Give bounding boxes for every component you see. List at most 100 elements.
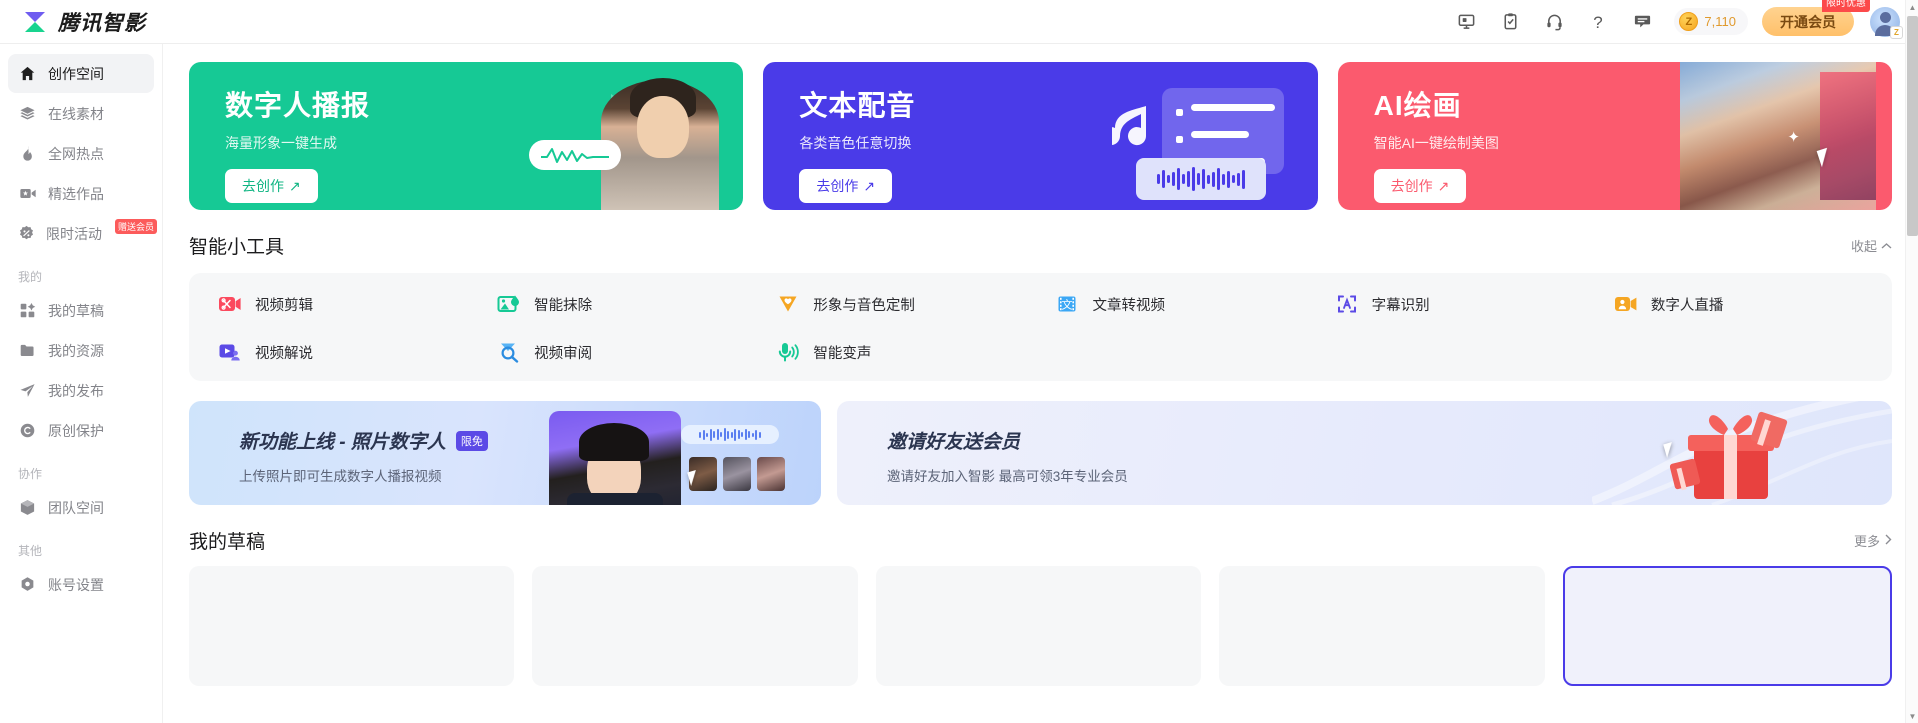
box-icon [18, 498, 37, 517]
banner-carousel: 数字人播报 海量形象一键生成 去创作 ↗ 文本配音 各类音色任意切换 去创作 ↗… [189, 62, 1892, 210]
tool-voice-changer[interactable]: 智能变声 [761, 339, 1040, 365]
tool-smart-erase[interactable]: 智能抹除 [482, 291, 761, 317]
promo-title-text: 新功能上线 - 照片数字人 [239, 432, 446, 453]
draft-card[interactable] [1219, 566, 1545, 686]
tool-video-review[interactable]: 视频审阅 [482, 339, 761, 365]
tool-label: 形象与音色定制 [813, 297, 915, 314]
main-content: 数字人播报 海量形象一键生成 去创作 ↗ 文本配音 各类音色任意切换 去创作 ↗… [163, 44, 1918, 723]
avatar-vip-tag: Z [1890, 25, 1903, 39]
arrow-up-right-icon: ↗ [289, 177, 301, 194]
app-header: 腾讯智影 ? Z 7,110 开通会员 限时优惠 Z [0, 0, 1918, 44]
tool-subtitle-recognition[interactable]: 字幕识别 [1320, 291, 1599, 317]
tool-label: 数字人直播 [1650, 297, 1724, 314]
drafts-section-title: 我的草稿 [189, 532, 266, 553]
banner-subtitle: 海量形象一键生成 [225, 135, 337, 151]
sidebar-item-label: 我的发布 [48, 382, 104, 399]
avatar[interactable]: Z [1870, 6, 1903, 39]
sidebar-item-label: 团队空间 [48, 499, 104, 516]
coin-balance[interactable]: Z 7,110 [1674, 8, 1748, 35]
question-icon[interactable]: ? [1576, 2, 1620, 42]
sidebar-item-my-drafts[interactable]: 我的草稿 [8, 291, 154, 330]
sidebar-item-label: 精选作品 [48, 185, 104, 202]
banner-subtitle: 各类音色任意切换 [799, 135, 912, 151]
banner-ai-painting[interactable]: ✦ AI绘画 智能AI一键绘制美图 去创作 ↗ [1337, 62, 1892, 210]
sidebar-item-my-publications[interactable]: 我的发布 [8, 371, 154, 410]
tool-article-to-video[interactable]: 文 文章转视频 [1040, 291, 1319, 317]
sidebar-item-hot-topics[interactable]: 全网热点 [8, 134, 154, 173]
scroll-up-icon[interactable]: ▲ [1906, 0, 1918, 14]
person-camera-icon [1613, 291, 1639, 317]
sidebar-item-creation-space[interactable]: 创作空间 [8, 54, 154, 93]
banner-cta-label: 去创作 [1390, 178, 1433, 194]
sidebar-item-team-space[interactable]: 团队空间 [8, 488, 154, 527]
brand-name: 腾讯智影 [58, 11, 146, 35]
magnifier-review-icon [496, 339, 522, 365]
sidebar-item-featured-works[interactable]: 精选作品 [8, 174, 154, 213]
sidebar-item-account-settings[interactable]: 账号设置 [8, 565, 154, 604]
sidebar-item-my-resources[interactable]: 我的资源 [8, 331, 154, 370]
message-icon[interactable] [1620, 2, 1664, 42]
scissors-video-icon [217, 291, 243, 317]
banner-cta-label: 去创作 [816, 178, 859, 194]
sidebar-item-label: 原创保护 [48, 422, 104, 439]
portrait-suit [567, 493, 663, 505]
hourglass-logo-icon [22, 9, 48, 35]
clipboard-check-icon[interactable] [1488, 2, 1532, 42]
headset-icon[interactable] [1532, 2, 1576, 42]
tool-label: 字幕识别 [1371, 297, 1430, 314]
tool-label: 视频解说 [255, 345, 313, 362]
vip-button-wrap: 开通会员 限时优惠 [1762, 0, 1870, 36]
more-label: 更多 [1853, 534, 1880, 549]
sidebar-item-copyright-protection[interactable]: 原创保护 [8, 411, 154, 450]
chevron-up-icon [1881, 238, 1892, 253]
draft-card[interactable] [875, 566, 1202, 686]
collapse-tools-button[interactable]: 收起 [1851, 236, 1892, 255]
promo-photo-digital-human[interactable]: 新功能上线 - 照片数字人 限免 上传照片即可生成数字人播报视频 [189, 401, 821, 505]
send-icon [18, 381, 37, 400]
draft-card[interactable] [189, 566, 515, 686]
banner-text-to-speech[interactable]: 文本配音 各类音色任意切换 去创作 ↗ [763, 62, 1318, 210]
vip-promo-badge: 限时优惠 [1822, 0, 1870, 12]
tool-video-narration[interactable]: 视频解说 [203, 339, 482, 365]
fire-icon [18, 144, 37, 163]
tool-video-editing[interactable]: 视频剪辑 [203, 291, 482, 317]
banner-digital-human[interactable]: 数字人播报 海量形象一键生成 去创作 ↗ [189, 62, 744, 210]
draft-card[interactable] [1562, 566, 1893, 686]
tool-avatar-voice-customization[interactable]: 形象与音色定制 [761, 291, 1040, 317]
draft-card[interactable] [532, 566, 858, 686]
copyright-icon [18, 421, 37, 440]
tool-label: 文章转视频 [1092, 297, 1165, 314]
promo-invite-friends[interactable]: 邀请好友送会员 邀请好友加入智影 最高可领3年专业会员 [837, 401, 1892, 505]
sidebar-group-collab: 协作 [18, 467, 43, 481]
banner-cta-button[interactable]: 去创作 ↗ [1373, 169, 1467, 203]
layers-icon [18, 104, 37, 123]
scroll-down-icon[interactable]: ▼ [1906, 709, 1918, 723]
banner-cta-button[interactable]: 去创作 ↗ [225, 169, 318, 203]
banner-cta-button[interactable]: 去创作 ↗ [799, 169, 893, 203]
chevron-right-icon [1884, 533, 1892, 548]
drafts-more-button[interactable]: 更多 [1854, 531, 1892, 550]
promo-title: 邀请好友送会员 [887, 427, 1892, 454]
promo-cards: 新功能上线 - 照片数字人 限免 上传照片即可生成数字人播报视频 邀请好友送会员… [189, 401, 1892, 505]
banner-title: 数字人播报 [225, 90, 371, 121]
sidebar-item-limited-activity[interactable]: 限时活动 赠送会员 [8, 214, 158, 253]
sidebar-item-label: 在线素材 [48, 105, 104, 122]
brand[interactable]: 腾讯智影 [22, 7, 192, 37]
sidebar: 创作空间 在线素材 全网热点 精选作品 限时活动 赠送会员 我的 我的草稿 我的… [0, 44, 163, 723]
sidebar-item-online-materials[interactable]: 在线素材 [8, 94, 154, 133]
drafts-grid [189, 566, 1893, 686]
scrollbar-thumb[interactable] [1907, 16, 1918, 236]
grid-icon [18, 301, 37, 320]
tools-grid: 视频剪辑 智能抹除 形象与音色定制 文 文章转视频 字幕识别 数字人直播 视频解… [203, 291, 1878, 365]
avatar-head [1879, 11, 1891, 23]
tool-digital-human-live[interactable]: 数字人直播 [1599, 291, 1878, 317]
screen-icon[interactable] [1444, 2, 1488, 42]
collapse-label: 收起 [1850, 239, 1877, 254]
image-eraser-icon [496, 291, 522, 317]
svg-text:文: 文 [1062, 297, 1073, 311]
promo-title-text: 邀请好友送会员 [887, 432, 1021, 453]
sidebar-item-label: 全网热点 [48, 145, 104, 162]
page-scrollbar[interactable]: ▲ ▼ [1905, 0, 1918, 723]
sidebar-item-label: 我的资源 [48, 342, 104, 359]
audio-waveform-card [1135, 158, 1266, 200]
